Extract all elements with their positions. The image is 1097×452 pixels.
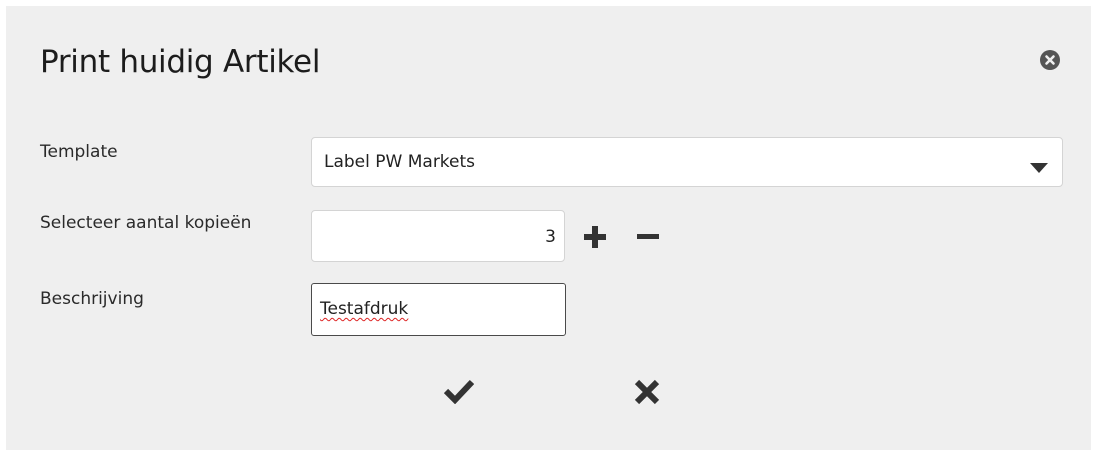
cross-icon[interactable]	[634, 379, 660, 405]
description-label: Beschrijving	[40, 289, 144, 309]
description-input[interactable]: Testafdruk	[311, 283, 566, 336]
template-label: Template	[40, 142, 118, 162]
minus-icon[interactable]	[636, 225, 660, 249]
dialog-title: Print huidig Artikel	[40, 44, 321, 80]
copies-input[interactable]: 3	[311, 210, 565, 262]
template-selected-value: Label PW Markets	[324, 152, 476, 172]
copies-value: 3	[545, 227, 556, 247]
print-dialog: Print huidig Artikel Template Label PW M…	[6, 6, 1091, 450]
caret-down-icon	[1030, 158, 1048, 177]
description-value: Testafdruk	[320, 299, 409, 319]
copies-label: Selecteer aantal kopieën	[40, 213, 252, 233]
template-select[interactable]: Label PW Markets	[311, 137, 1063, 187]
close-icon[interactable]	[1040, 50, 1060, 70]
checkmark-icon[interactable]	[443, 378, 475, 405]
plus-icon[interactable]	[583, 225, 607, 249]
